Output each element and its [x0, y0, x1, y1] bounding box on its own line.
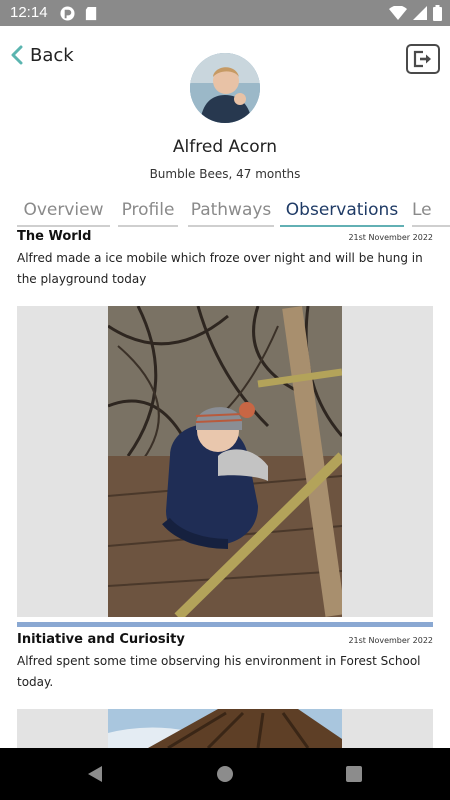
observation-title: The World — [17, 229, 92, 244]
tab-underline-active — [280, 225, 404, 227]
observation-date: 21st November 2022 — [348, 233, 433, 242]
tab-profile[interactable]: Profile — [118, 198, 178, 228]
back-label: Back — [30, 44, 74, 66]
pocket-app-icon — [60, 6, 75, 21]
observation-text: Alfred made a ice mobile which froze ove… — [17, 251, 423, 286]
shelter-roof-photo — [108, 709, 342, 748]
tab-underline — [188, 225, 274, 227]
observation-photo-frame[interactable] — [17, 306, 433, 617]
system-nav-bar — [0, 748, 450, 800]
observation-photo-frame[interactable] — [17, 709, 433, 748]
cellular-signal-icon — [413, 6, 427, 20]
tab-label: Observations — [285, 200, 399, 220]
status-time: 12:14 — [10, 4, 48, 21]
battery-icon — [433, 5, 442, 21]
tab-overview[interactable]: Overview — [17, 198, 110, 228]
tab-label: Le — [412, 200, 432, 220]
child-name: Alfred Acorn — [172, 137, 278, 157]
avatar — [190, 53, 260, 123]
observation-text: Alfred spent some time observing his env… — [17, 654, 421, 689]
observation-date: 21st November 2022 — [348, 636, 433, 645]
chevron-left-icon — [11, 45, 23, 65]
tab-underline — [17, 225, 110, 227]
logout-icon — [413, 50, 431, 68]
observation-photo — [108, 709, 342, 748]
child-photo — [190, 53, 260, 123]
forest-child-photo — [108, 306, 342, 617]
recents-square-icon[interactable] — [342, 762, 366, 786]
tab-bar: Overview Profile Pathways Observations L… — [0, 198, 450, 228]
wifi-icon — [389, 6, 407, 20]
observation-title: Initiative and Curiosity — [17, 632, 185, 647]
back-button[interactable]: Back — [10, 42, 74, 68]
tab-underline — [412, 225, 450, 227]
sd-card-icon — [85, 6, 97, 21]
observation-divider — [17, 622, 433, 627]
tab-label: Overview — [23, 200, 104, 220]
tab-observations[interactable]: Observations — [280, 198, 404, 228]
status-bar: 12:14 — [0, 0, 450, 26]
tab-underline — [118, 225, 178, 227]
tab-label: Pathways — [190, 200, 272, 220]
tab-label: Profile — [121, 200, 175, 220]
observation-photo — [108, 306, 342, 617]
logout-button[interactable] — [406, 44, 440, 74]
home-circle-icon[interactable] — [213, 762, 237, 786]
back-triangle-icon[interactable] — [84, 762, 108, 786]
tab-learning-partial[interactable]: Le — [412, 198, 450, 228]
child-group-age: Bumble Bees, 47 months — [149, 167, 301, 181]
tab-pathways[interactable]: Pathways — [188, 198, 274, 228]
